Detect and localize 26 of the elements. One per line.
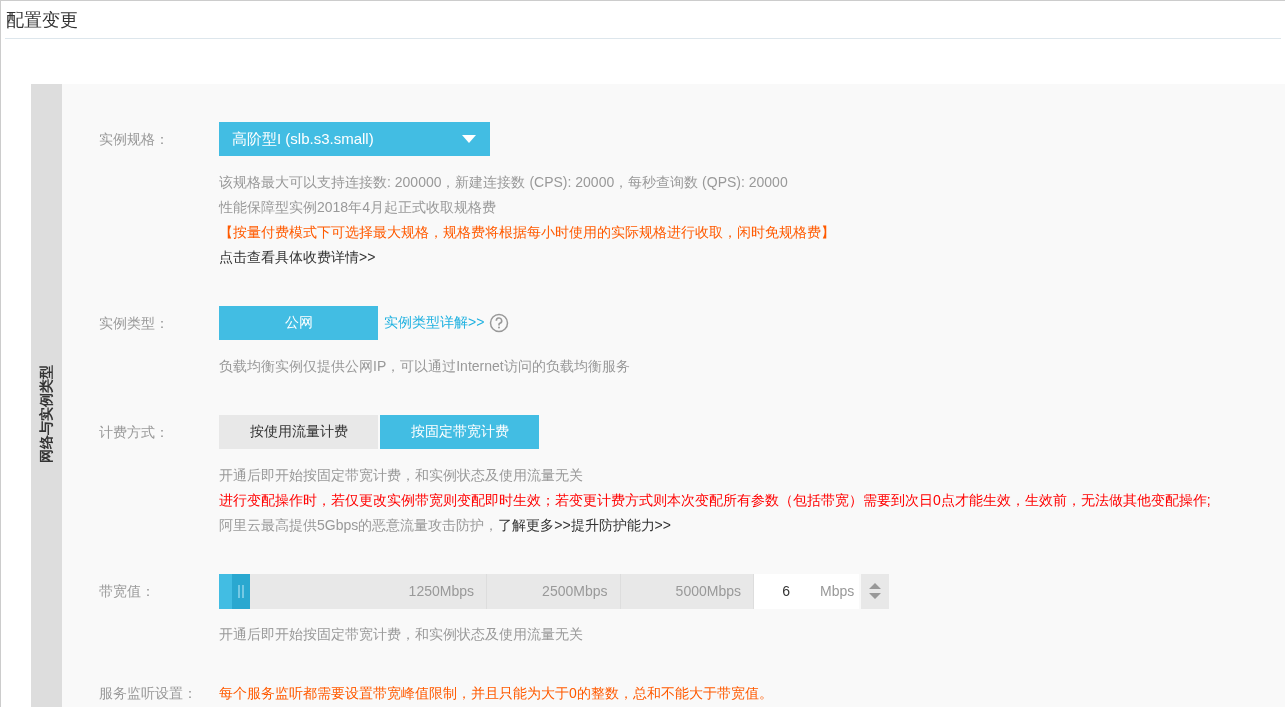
- option-button[interactable]: 按使用流量计费: [219, 415, 378, 449]
- unit-label: Mbps: [820, 573, 859, 609]
- field-label: 实例类型：: [98, 314, 170, 333]
- field-label: 服务监听设置：: [98, 684, 198, 703]
- hint-text: 性能保障型实例2018年4月起正式收取规格费: [219, 198, 497, 217]
- caret-icon: [462, 135, 476, 143]
- text-link[interactable]: 了解更多>>: [498, 517, 571, 533]
- hint-text: 进行变配操作时，若仅更改实例带宽则变配即时生效；若变更计费方式则本次变配所有参数（包括带宽）需要到次日0点才能生效，生效前，无法做其他变配操作;: [219, 491, 1212, 510]
- section-title: 网络与实例类型: [37, 365, 55, 463]
- hint-text: 该规格最大可以支持连接数: 200000，新建连接数 (CPS): 20000，每秒查询数 (QPS): 20000: [219, 173, 789, 192]
- hint-text: 开通后即开始按固定带宽计费，和实例状态及使用流量无关: [219, 625, 584, 644]
- field-label: 带宽值：: [98, 582, 156, 601]
- hint-text: 开通后即开始按固定带宽计费，和实例状态及使用流量无关: [219, 466, 584, 485]
- page-title: 配置变更: [5, 8, 78, 32]
- hint-text: 【按量付费模式下可选择最大规格，规格费将根据每小时使用的实际规格进行收取，闲时免规格费】: [219, 223, 836, 242]
- field-label: 实例规格：: [98, 130, 170, 149]
- bandwidth-input[interactable]: 6: [754, 573, 820, 609]
- hint-text: 每个服务监听都需要设置带宽峰值限制，并且只能为大于0的整数，总和不能大于带宽值。: [219, 684, 774, 703]
- field-label: 计费方式：: [98, 423, 170, 442]
- pricing-link[interactable]: 点击查看具体收费详情>>: [219, 245, 1285, 270]
- hint-text: 负载均衡实例仅提供公网IP，可以通过Internet访问的负载均衡服务: [219, 357, 631, 376]
- scale-label: 2500Mbps: [487, 573, 621, 609]
- help-icon[interactable]: [489, 313, 510, 333]
- hint-text: 阿里云最高提供5Gbps的恶意流量攻击防护，了解更多>>提升防护能力>>: [219, 516, 672, 535]
- text-link[interactable]: 提升防护能力>>: [570, 517, 671, 533]
- spinner-arrows-icon[interactable]: [868, 581, 882, 601]
